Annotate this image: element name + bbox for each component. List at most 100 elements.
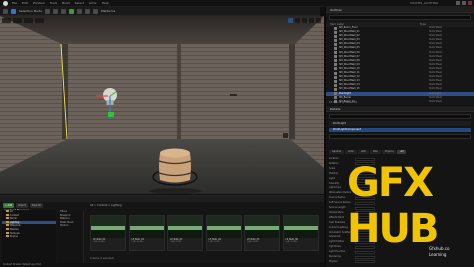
asset-thumbnail	[206, 216, 241, 238]
lit-mode-icon[interactable]	[24, 18, 33, 23]
content-browser-tab[interactable]: Content Browser	[0, 196, 324, 212]
asset-tile[interactable]: LP_Bulb_04 Light Profile	[205, 215, 242, 251]
menu-select[interactable]: Select	[75, 1, 84, 6]
actor-type-icon	[334, 71, 337, 75]
selection-mode-icon[interactable]	[11, 8, 16, 14]
asset-thumbnail	[91, 216, 125, 238]
menu-build[interactable]: Build	[62, 1, 70, 6]
filters-list: Filters Blueprint Material Static Mesh Textu…	[58, 210, 84, 266]
folder-label: Meshes	[10, 227, 19, 231]
folder-icon	[6, 213, 9, 216]
details-filter-tab[interactable]: General	[329, 150, 345, 154]
asset-thumbnail	[129, 216, 164, 238]
watermark-line4: Learning	[429, 252, 447, 257]
viewport-options-icon[interactable]	[2, 18, 11, 23]
folder-icon	[6, 224, 9, 227]
asset-type: Light Profile	[93, 241, 105, 243]
more-options-icon[interactable]	[92, 8, 98, 14]
actor-type-icon	[334, 79, 337, 83]
actor-type-icon	[334, 26, 337, 30]
menu-edit[interactable]: Edit	[22, 1, 28, 6]
add-button[interactable]: + Add	[3, 203, 15, 208]
outliner-search-input[interactable]	[329, 15, 471, 20]
asset-tile[interactable]: LP_Bulb_01 Light Profile	[90, 215, 126, 251]
details-filter-tab[interactable]: Misc	[369, 150, 381, 154]
level-viewport[interactable]	[0, 16, 324, 194]
filter-item[interactable]: Texture	[58, 224, 83, 228]
folder-tree: All Content Barrel Lighting Materials Meshes T…	[2, 210, 56, 266]
outliner-list: SM_Room_Floor StaticMesh SM_WoodWall_01 Sta…	[326, 26, 474, 104]
property-label: Location	[329, 157, 339, 160]
asset-tile[interactable]: LP_Bulb_06 Light Profile	[282, 215, 319, 251]
actor-type-icon	[334, 30, 337, 34]
import-button[interactable]: Import	[16, 203, 28, 208]
actor-type-icon	[334, 63, 337, 67]
menu-actor[interactable]: Actor	[89, 1, 97, 6]
menu-window[interactable]: Window	[33, 1, 45, 6]
stop-icon[interactable]	[84, 8, 90, 14]
outliner-panel: Outliner Item Label Type SM_Room_Floor St…	[325, 7, 474, 105]
watermark-line1: GFX	[347, 160, 434, 206]
details-filter-tab[interactable]: Actor	[345, 150, 358, 154]
asset-type: Light Profile	[131, 241, 144, 243]
blueprint-icon[interactable]	[52, 8, 58, 14]
asset-thumbnail	[168, 216, 202, 238]
menu-file[interactable]: File	[12, 1, 17, 6]
details-filter-tab[interactable]: All	[397, 150, 407, 154]
folder-label: All	[10, 210, 13, 213]
property-label: Light Color	[329, 186, 342, 190]
folder-label: Lighting	[10, 220, 20, 224]
show-flags-icon[interactable]	[35, 18, 44, 23]
folder-label: Materials	[10, 224, 21, 228]
asset-tile[interactable]: LP_Bulb_05 Light Profile	[244, 215, 280, 251]
snap-icon[interactable]	[309, 18, 314, 23]
unreal-logo-icon[interactable]	[3, 1, 8, 6]
add-actor-icon[interactable]	[44, 8, 50, 14]
folder-item[interactable]: Engine	[2, 235, 56, 239]
close-icon[interactable]	[468, 1, 472, 5]
property-label: Lightmass	[329, 245, 341, 249]
status-bar[interactable]: Content Drawer Output Log Cmd	[0, 263, 324, 267]
minimize-icon[interactable]	[456, 1, 460, 5]
property-label: Physics	[329, 259, 338, 263]
folder-icon	[6, 231, 9, 234]
selection-mode-label[interactable]: Selection Mode	[19, 9, 42, 14]
main-menu: File Edit Window Tools Build Select Acto…	[12, 1, 109, 6]
platforms-label[interactable]: Platforms	[101, 9, 115, 14]
folder-label: Barrel	[10, 217, 17, 221]
menu-help[interactable]: Help	[102, 1, 109, 6]
path-breadcrumb[interactable]: All > Content > Lighting	[90, 203, 122, 208]
play-icon[interactable]	[68, 8, 74, 14]
maximize-icon[interactable]	[462, 1, 466, 5]
asset-type: Light Profile	[285, 241, 298, 243]
component-search-input[interactable]	[329, 134, 471, 139]
rotate-icon[interactable]	[295, 18, 300, 23]
selected-component[interactable]: PointLightComponent	[329, 128, 471, 132]
scale-icon[interactable]	[302, 18, 307, 23]
folder-icon	[6, 235, 9, 238]
property-label: Scale	[329, 166, 336, 170]
actor-type-icon	[334, 67, 337, 71]
camera-speed-icon[interactable]	[316, 18, 321, 23]
details-tab[interactable]: Details	[326, 106, 474, 112]
perspective-icon[interactable]	[13, 18, 22, 23]
main-toolbar: Selection Mode Platforms	[0, 7, 320, 16]
asset-tile[interactable]: LP_Bulb_03 Light Profile	[167, 215, 203, 251]
details-search-input[interactable]	[329, 114, 471, 119]
translate-icon[interactable]	[288, 18, 293, 23]
details-filter-tab[interactable]: LOD	[358, 150, 369, 154]
save-icon[interactable]	[3, 8, 8, 14]
selected-actor-name[interactable]: PointLight	[329, 121, 471, 126]
viewport-toolbar	[2, 18, 44, 23]
folder-icon	[6, 210, 9, 212]
gizmo-center-handle[interactable]	[108, 112, 114, 117]
actor-type-icon	[334, 83, 337, 87]
menu-tools[interactable]: Tools	[50, 1, 57, 6]
cinematics-icon[interactable]	[60, 8, 66, 14]
step-icon[interactable]	[76, 8, 82, 14]
details-filter-tab[interactable]: Physics	[381, 150, 397, 154]
wood-beam	[177, 44, 181, 139]
save-all-button[interactable]: Save All	[29, 203, 43, 208]
outliner-tab[interactable]: Outliner	[326, 7, 474, 13]
asset-tile[interactable]: LP_Bulb_02 Light Profile	[128, 215, 165, 251]
